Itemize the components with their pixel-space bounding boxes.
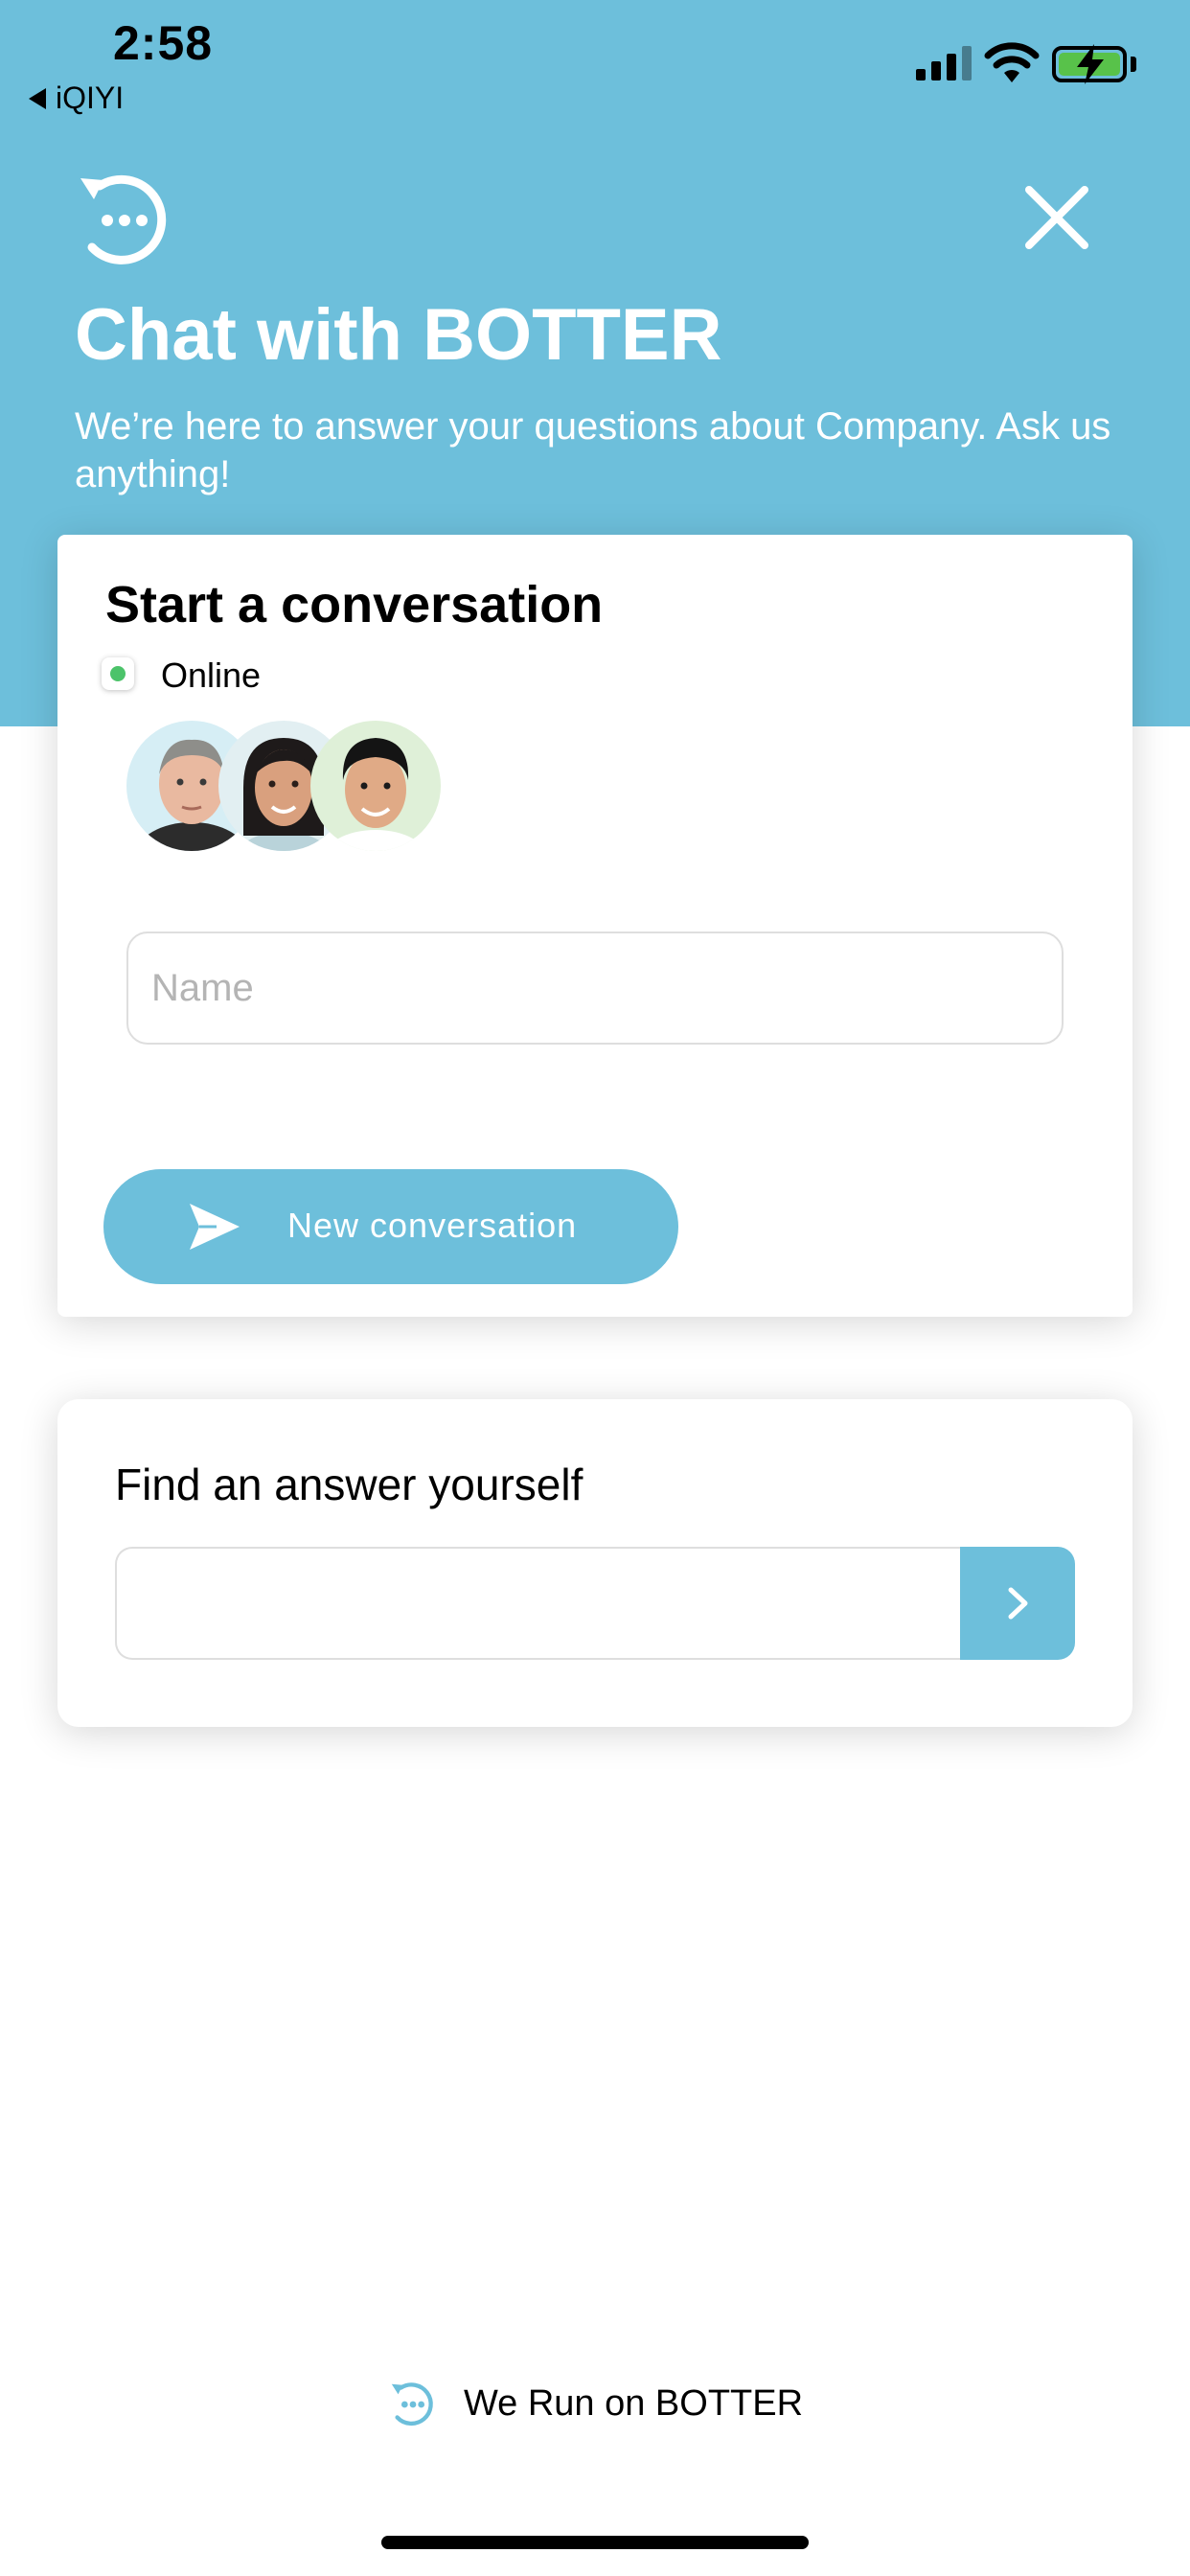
footer-label: We Run on BOTTER [463,2382,804,2424]
start-conversation-card: Start a conversation Online Name New con… [57,535,1133,1317]
search-input[interactable] [115,1547,1018,1660]
chat-bubble-refresh-icon [391,2382,433,2426]
new-conversation-button[interactable]: New conversation [103,1169,678,1284]
find-answer-title: Find an answer yourself [115,1460,584,1509]
home-indicator[interactable] [381,2536,809,2549]
chevron-right-icon [1008,1587,1028,1620]
wifi-icon [984,42,1040,82]
close-icon[interactable] [1021,182,1092,253]
new-conversation-label: New conversation [287,1206,578,1245]
back-app-label: iQIYI [56,80,125,115]
battery-cap [1131,57,1136,72]
page-subtitle: We’re here to answer your questions abou… [75,405,1111,495]
page-title: Chat with BOTTER [75,294,722,376]
card-title: Start a conversation [105,576,604,633]
powered-by-footer[interactable]: We Run on BOTTER [0,2375,1190,2432]
search-submit-button[interactable] [960,1547,1075,1660]
back-arrow-icon [29,87,46,109]
avatar [310,721,441,851]
chat-bubble-refresh-icon [80,174,167,264]
name-input[interactable] [126,932,1064,1045]
back-to-app-link[interactable]: iQIYI [29,80,124,116]
online-status-label: Online [161,656,262,695]
online-dot-icon [110,666,126,681]
charging-bolt-icon [1077,44,1104,84]
find-answer-card: Find an answer yourself [57,1399,1133,1727]
cellular-signal-icon [916,46,972,80]
status-time: 2:58 [113,16,214,70]
online-status-indicator [102,657,134,690]
send-icon [190,1204,240,1250]
